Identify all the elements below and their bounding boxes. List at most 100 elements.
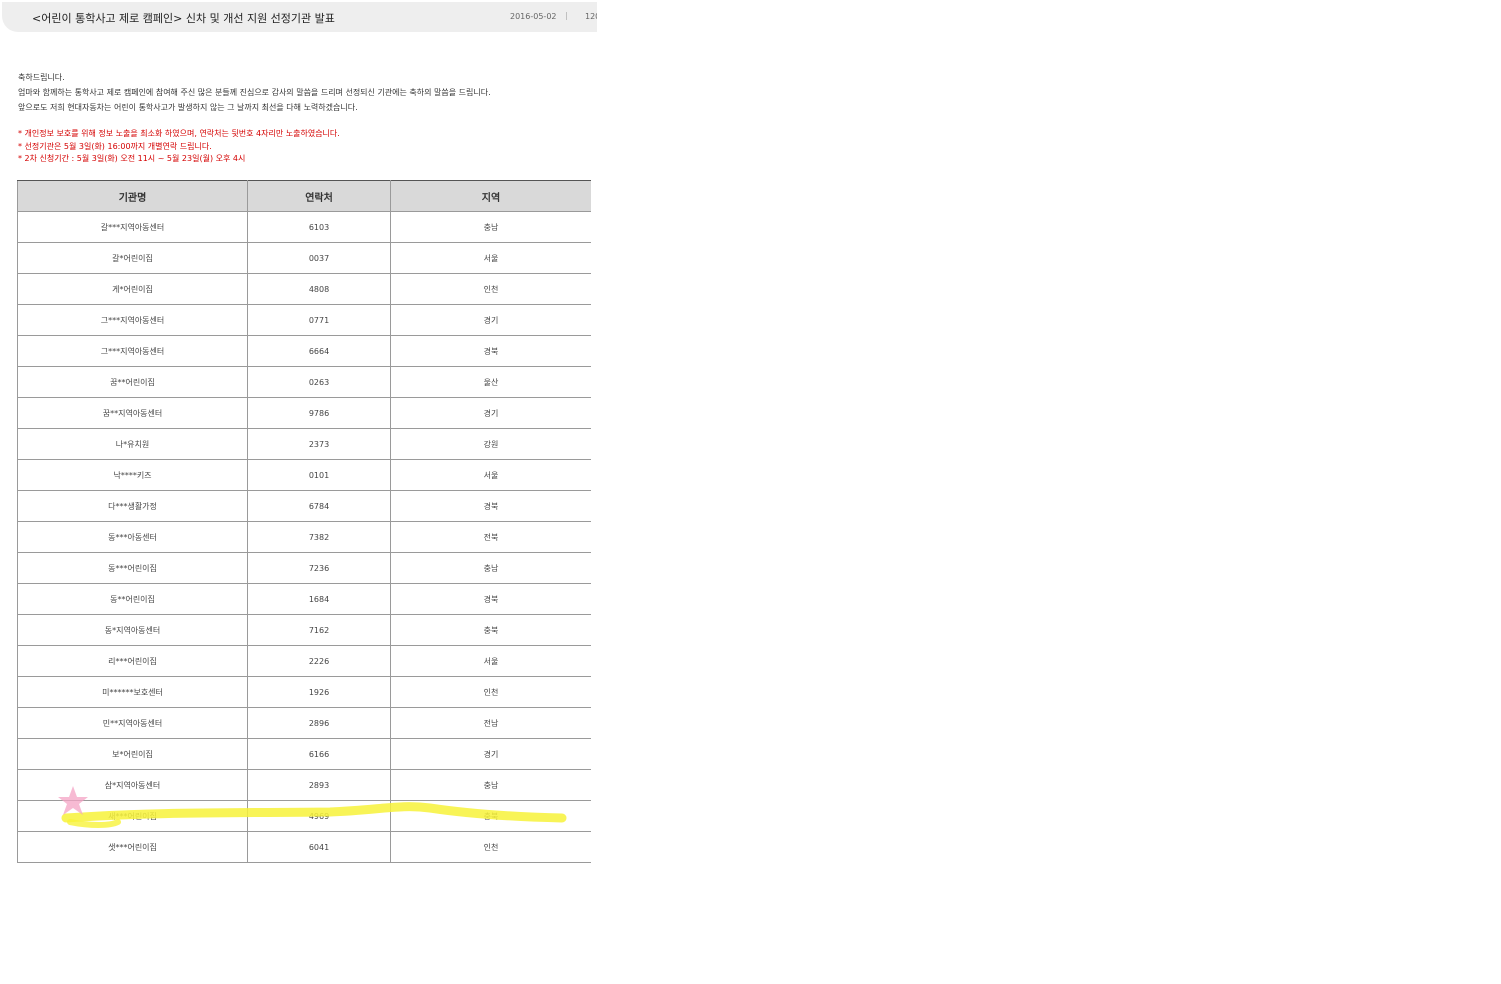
cell-contact: 6166: [247, 738, 391, 770]
cell-region: 충남: [390, 769, 591, 801]
cell-contact: 2226: [247, 645, 391, 677]
table-row: 다***생활가정 6784 경북: [17, 490, 591, 522]
table-row: 새***어린이집 4969 충북: [17, 800, 591, 832]
cell-contact: 7162: [247, 614, 391, 646]
cell-institution: 다***생활가정: [17, 490, 248, 522]
cell-contact: 1684: [247, 583, 391, 615]
cell-institution: 새***어린이집: [17, 800, 248, 832]
table-row: 샛***어린이집 6041 인천: [17, 831, 591, 863]
cell-contact: 4969: [247, 800, 391, 832]
cell-institution: 그***지역아동센터: [17, 304, 248, 336]
cell-contact: 6784: [247, 490, 391, 522]
table-row: 갈*어린이집 0037 서울: [17, 242, 591, 274]
notice-item: * 개인정보 보호를 위해 정보 노출을 최소화 하였으며, 연락처는 뒷번호 …: [18, 129, 340, 138]
post-title[interactable]: <어린이 통학사고 제로 캠페인> 신차 및 개선 지원 선정기관 발표: [32, 10, 335, 26]
header-contact: 연락처: [247, 180, 391, 212]
post-header: <어린이 통학사고 제로 캠페인> 신차 및 개선 지원 선정기관 발표 201…: [2, 2, 597, 32]
table-row: 동**어린이집 1684 경북: [17, 583, 591, 615]
cell-region: 경북: [390, 583, 591, 615]
notice-item: * 선정기관은 5월 3일(화) 16:00까지 개별연락 드립니다.: [18, 141, 212, 151]
table-row: 게*어린이집 4808 인천: [17, 273, 591, 305]
cell-contact: 2373: [247, 428, 391, 460]
cell-institution: 갈***지역아동센터: [17, 211, 248, 243]
cell-contact: 0037: [247, 242, 391, 274]
cell-contact: 0101: [247, 459, 391, 491]
cell-institution: 동***아동센터: [17, 521, 248, 553]
cell-region: 충남: [390, 552, 591, 584]
cell-region: 경북: [390, 335, 591, 367]
cell-region: 경기: [390, 397, 591, 429]
notice-list: * 개인정보 보호를 위해 정보 노출을 최소화 하였으며, 연락처는 뒷번호 …: [18, 128, 340, 166]
table-row: 민**지역아동센터 2896 전남: [17, 707, 591, 739]
cell-contact: 2893: [247, 769, 391, 801]
cell-institution: 나*유치원: [17, 428, 248, 460]
cell-region: 서울: [390, 242, 591, 274]
cell-institution: 꿈**지역아동센터: [17, 397, 248, 429]
cell-contact: 6041: [247, 831, 391, 863]
table-row: 꿈**어린이집 0263 울산: [17, 366, 591, 398]
cell-institution: 게*어린이집: [17, 273, 248, 305]
table-row: 동***아동센터 7382 전북: [17, 521, 591, 553]
table-row: 동*지역아동센터 7162 충북: [17, 614, 591, 646]
cell-institution: 삼*지역아동센터: [17, 769, 248, 801]
table-row: 그***지역아동센터 6664 경북: [17, 335, 591, 367]
table-row: 갈***지역아동센터 6103 충남: [17, 211, 591, 243]
cell-region: 경기: [390, 304, 591, 336]
cell-region: 서울: [390, 459, 591, 491]
cell-region: 충북: [390, 614, 591, 646]
cell-institution: 리***어린이집: [17, 645, 248, 677]
cell-contact: 7236: [247, 552, 391, 584]
table-row: 미******보호센터 1926 인천: [17, 676, 591, 708]
page: <어린이 통학사고 제로 캠페인> 신차 및 개선 지원 선정기관 발표 201…: [0, 0, 1501, 984]
result-table: 기관명 연락처 지역 갈***지역아동센터 6103 충남 갈*어린이집 0037 서울 게…: [17, 180, 591, 863]
header-separator: |: [565, 11, 568, 20]
cell-contact: 9786: [247, 397, 391, 429]
cell-contact: 2896: [247, 707, 391, 739]
post-body: 축하드립니다. 엄마와 함께하는 통학사고 제로 캠페인에 참여해 주신 많은 …: [18, 70, 491, 115]
cell-region: 강원: [390, 428, 591, 460]
cell-contact: 7382: [247, 521, 391, 553]
body-line: 앞으로도 저희 현대자동차는 어린이 통학사고가 발생하지 않는 그 날까지 최…: [18, 103, 358, 112]
cell-region: 경북: [390, 490, 591, 522]
body-line: 축하드립니다.: [18, 73, 65, 82]
cell-institution: 동**어린이집: [17, 583, 248, 615]
cell-contact: 6664: [247, 335, 391, 367]
table-row: 그***지역아동센터 0771 경기: [17, 304, 591, 336]
table-row: 나*유치원 2373 강원: [17, 428, 591, 460]
cell-region: 서울: [390, 645, 591, 677]
table-row: 삼*지역아동센터 2893 충남: [17, 769, 591, 801]
cell-institution: 미******보호센터: [17, 676, 248, 708]
cell-institution: 동***어린이집: [17, 552, 248, 584]
cell-institution: 갈*어린이집: [17, 242, 248, 274]
cell-institution: 꿈**어린이집: [17, 366, 248, 398]
cell-contact: 0263: [247, 366, 391, 398]
cell-region: 충남: [390, 211, 591, 243]
cell-contact: 6103: [247, 211, 391, 243]
cell-institution: 낙****키즈: [17, 459, 248, 491]
cell-region: 전북: [390, 521, 591, 553]
cell-institution: 민**지역아동센터: [17, 707, 248, 739]
header-region: 지역: [390, 180, 591, 212]
cell-region: 울산: [390, 366, 591, 398]
table-row: 보*어린이집 6166 경기: [17, 738, 591, 770]
cell-institution: 동*지역아동센터: [17, 614, 248, 646]
cell-institution: 샛***어린이집: [17, 831, 248, 863]
table-header-row: 기관명 연락처 지역: [17, 180, 591, 212]
cell-contact: 4808: [247, 273, 391, 305]
cell-region: 인천: [390, 273, 591, 305]
cell-contact: 0771: [247, 304, 391, 336]
cell-institution: 보*어린이집: [17, 738, 248, 770]
cell-region: 충북: [390, 800, 591, 832]
result-table-container[interactable]: 기관명 연락처 지역 갈***지역아동센터 6103 충남 갈*어린이집 0037 서울 게…: [17, 180, 591, 880]
post-date: 2016-05-02: [510, 12, 557, 21]
header-institution: 기관명: [17, 180, 248, 212]
cell-region: 전남: [390, 707, 591, 739]
table-row: 동***어린이집 7236 충남: [17, 552, 591, 584]
cell-region: 인천: [390, 676, 591, 708]
table-row: 꿈**지역아동센터 9786 경기: [17, 397, 591, 429]
view-count: 120: [585, 12, 597, 21]
cell-region: 인천: [390, 831, 591, 863]
cell-institution: 그***지역아동센터: [17, 335, 248, 367]
table-row: 리***어린이집 2226 서울: [17, 645, 591, 677]
notice-item: * 2차 신청기간 : 5월 3일(화) 오전 11시 ~ 5월 23일(월) …: [18, 154, 246, 163]
